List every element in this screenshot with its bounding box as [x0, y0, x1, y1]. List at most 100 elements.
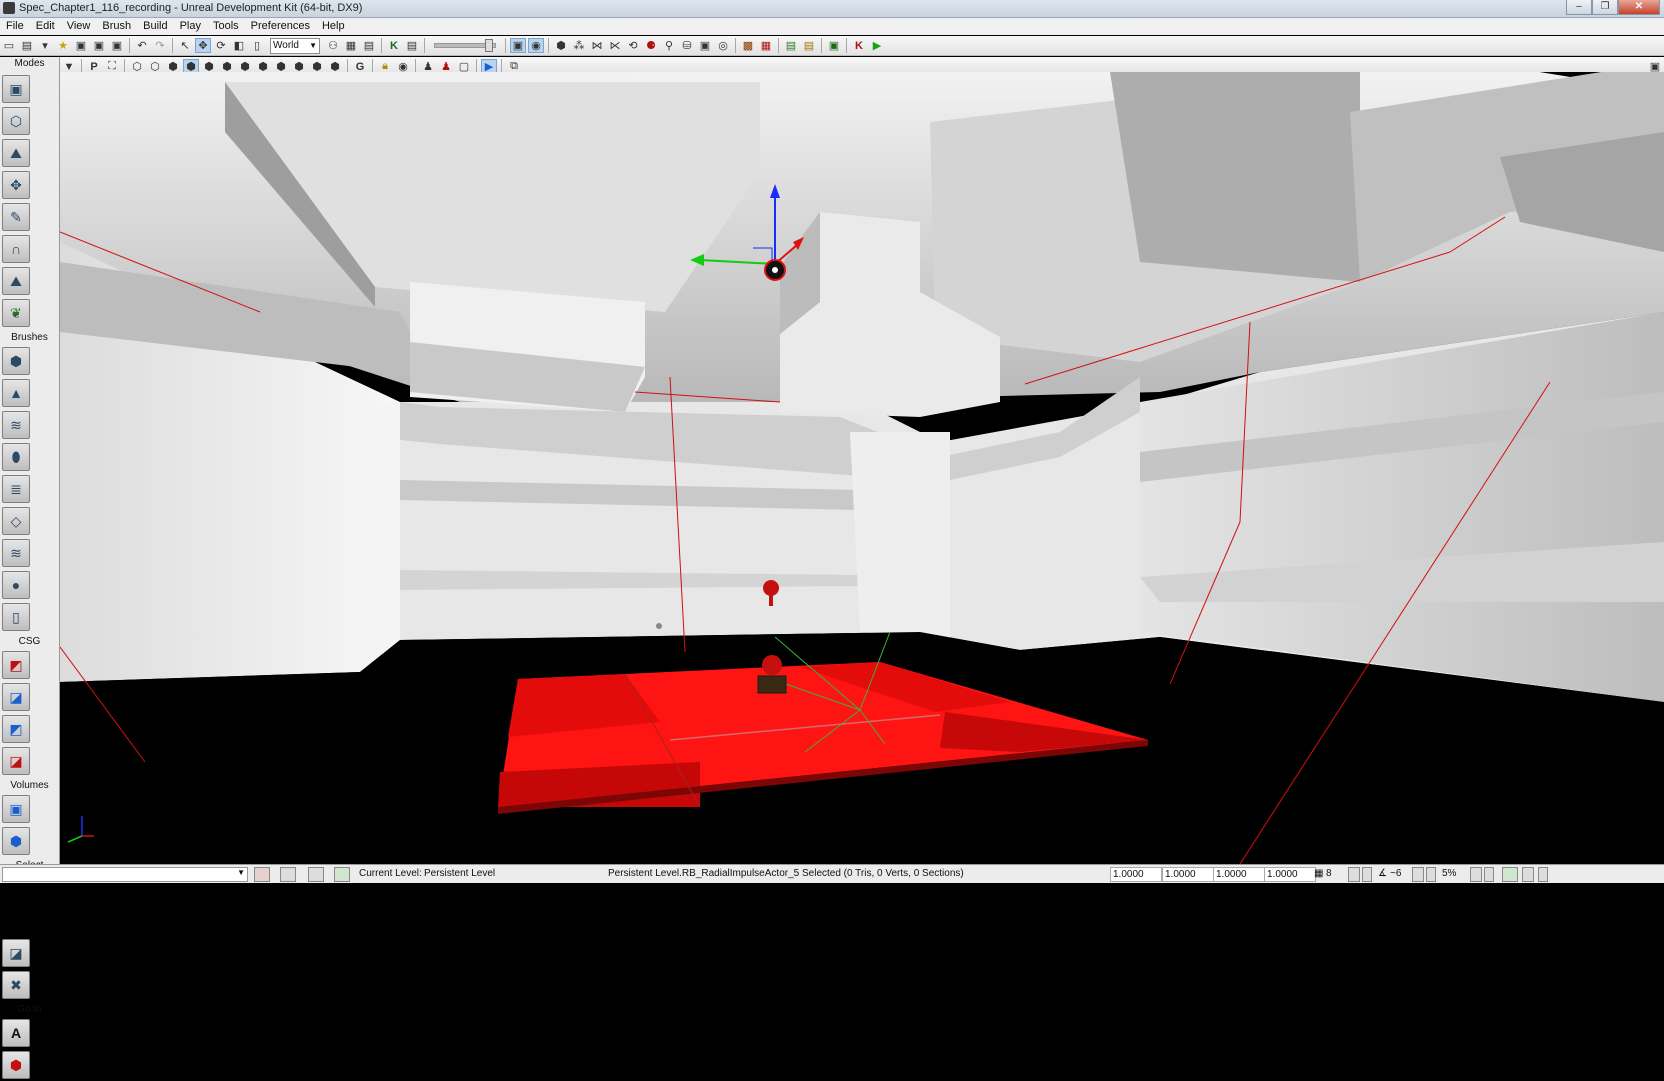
select-inverse-icon[interactable]: ◪ [2, 939, 30, 967]
drag-grid-y[interactable]: 1.0000 [1162, 867, 1214, 882]
csg-intersect-icon[interactable]: ◩ [2, 715, 30, 743]
terrain-mode-icon[interactable]: ⛰ [2, 139, 30, 167]
show-all-icon[interactable]: ✖ [2, 971, 30, 999]
menu-build[interactable]: Build [137, 18, 173, 35]
linear-stair-brush-icon[interactable]: ≣ [2, 475, 30, 503]
autosave-checkbox[interactable] [1522, 867, 1534, 882]
lighting-quality-icon[interactable]: ⚲ [661, 38, 677, 53]
level-visibility-icon[interactable] [280, 867, 296, 882]
build-all-icon[interactable]: ⟲ [625, 38, 641, 53]
matinee-icon[interactable]: ▦ [343, 38, 359, 53]
static-mesh-mode-icon[interactable]: ∩ [2, 235, 30, 263]
grid-size-dropdown[interactable] [1362, 867, 1372, 882]
build-lighting-icon[interactable]: ⁂ [571, 38, 587, 53]
build-paths-icon[interactable]: ⋈ [589, 38, 605, 53]
drag-grid-x[interactable]: 1.0000 [1110, 867, 1162, 882]
goto-actor-icon[interactable]: A [2, 1019, 30, 1047]
level-lock-icon[interactable] [308, 867, 324, 882]
mesh-paint-mode-icon[interactable]: ✎ [2, 203, 30, 231]
undo-icon[interactable]: ↶ [134, 38, 150, 53]
add-volume-icon[interactable]: ▣ [2, 795, 30, 823]
scale-snap-checkbox[interactable] [1470, 867, 1482, 882]
level-error-icon[interactable] [254, 867, 270, 882]
properties-icon[interactable]: ▤ [404, 38, 420, 53]
menu-play[interactable]: Play [174, 18, 207, 35]
translate-mode-icon[interactable]: ✥ [195, 38, 211, 53]
menu-preferences[interactable]: Preferences [245, 18, 316, 35]
foliage-mode-icon[interactable]: ❦ [2, 299, 30, 327]
autosave-icon[interactable] [1502, 867, 1518, 882]
level-check-icon[interactable] [334, 867, 350, 882]
menu-tools[interactable]: Tools [207, 18, 245, 35]
realtime-slider[interactable] [434, 39, 496, 52]
toggle-viewport-icon[interactable]: ▣ [510, 38, 526, 53]
favorite-icon[interactable]: ★ [55, 38, 71, 53]
texture-align-mode-icon[interactable]: ✥ [2, 171, 30, 199]
camera-mode-icon[interactable]: ▣ [2, 75, 30, 103]
curved-stair-brush-icon[interactable]: ≋ [2, 411, 30, 439]
save-as-icon[interactable]: ▣ [91, 38, 107, 53]
lightmass-icon[interactable]: ▣ [697, 38, 713, 53]
geometry-mode-icon[interactable]: ⬡ [2, 107, 30, 135]
rotate-mode-icon[interactable]: ⟳ [213, 38, 229, 53]
cone-brush-icon[interactable]: ▲ [2, 379, 30, 407]
slider-knob[interactable] [485, 39, 493, 52]
lock-viewport-icon[interactable]: ◉ [528, 38, 544, 53]
volume-type-icon[interactable]: ⬢ [2, 827, 30, 855]
scale-mode-icon[interactable]: ◧ [231, 38, 247, 53]
command-input[interactable]: ▼ [2, 867, 248, 882]
cube-brush-icon[interactable]: ⬢ [2, 347, 30, 375]
rotation-snap-icon[interactable]: ∡ [1378, 868, 1387, 879]
coordinate-system-select[interactable]: World ▼ [270, 37, 320, 54]
package-icon[interactable]: ▦ [758, 38, 774, 53]
rotation-snap-dropdown[interactable] [1426, 867, 1436, 882]
menu-file[interactable]: File [0, 18, 30, 35]
grid-snap-checkbox[interactable] [1348, 867, 1360, 882]
landscape-mode-icon[interactable]: ⛰ [2, 267, 30, 295]
publish-icon[interactable]: ▤ [783, 38, 799, 53]
goto-builder-brush-icon[interactable]: ⬢ [2, 1051, 30, 1079]
maximize-button[interactable]: ❐ [1592, 0, 1618, 15]
autosave-dropdown[interactable] [1538, 867, 1548, 882]
build-geometry-icon[interactable]: ⬢ [553, 38, 569, 53]
open-icon[interactable]: ▤ [19, 38, 35, 53]
build-icon[interactable]: ⚈ [643, 38, 659, 53]
play-in-editor-icon[interactable]: ▶ [869, 38, 885, 53]
redo-icon[interactable]: ↷ [152, 38, 168, 53]
sphere-brush-icon[interactable]: ● [2, 571, 30, 599]
kismet-debug-icon[interactable]: K [851, 38, 867, 53]
minimize-button[interactable]: ‒ [1566, 0, 1592, 15]
pause-build-icon[interactable]: ⛁ [679, 38, 695, 53]
save-all-icon[interactable]: ▣ [109, 38, 125, 53]
recent-dropdown-icon[interactable]: ▾ [37, 38, 53, 53]
menu-edit[interactable]: Edit [30, 18, 61, 35]
volumetric-brush-icon[interactable]: ▯ [2, 603, 30, 631]
kismet-icon[interactable]: K [386, 38, 402, 53]
menu-brush[interactable]: Brush [96, 18, 137, 35]
menu-view[interactable]: View [61, 18, 97, 35]
rotation-snap-checkbox[interactable] [1412, 867, 1424, 882]
sheet-brush-icon[interactable]: ◇ [2, 507, 30, 535]
build-cover-icon[interactable]: ⋉ [607, 38, 623, 53]
cylinder-brush-icon[interactable]: ⬮ [2, 443, 30, 471]
csg-add-icon[interactable]: ◩ [2, 651, 30, 679]
close-button[interactable]: ✕ [1618, 0, 1660, 15]
new-icon[interactable]: ▭ [1, 38, 17, 53]
grid-snap-icon[interactable]: ▦ [1314, 868, 1323, 879]
world-properties-icon[interactable]: ◎ [715, 38, 731, 53]
spiral-stair-brush-icon[interactable]: ≋ [2, 539, 30, 567]
save-icon[interactable]: ▣ [73, 38, 89, 53]
perspective-viewport[interactable] [60, 72, 1664, 864]
content-browser-icon[interactable]: ▤ [361, 38, 377, 53]
scale-snap-dropdown[interactable] [1484, 867, 1494, 882]
menu-help[interactable]: Help [316, 18, 351, 35]
drag-grid-w[interactable]: 1.0000 [1264, 867, 1316, 882]
drag-grid-z[interactable]: 1.0000 [1213, 867, 1265, 882]
play-on-console-icon[interactable]: ▣ [826, 38, 842, 53]
level-browser-icon[interactable]: ▩ [740, 38, 756, 53]
small-actor-icon[interactable] [656, 623, 662, 629]
cook-icon[interactable]: ▤ [801, 38, 817, 53]
nonuniform-scale-icon[interactable]: ▯ [249, 38, 265, 53]
select-cursor-icon[interactable]: ↖ [177, 38, 193, 53]
search-actors-icon[interactable]: ⚇ [325, 38, 341, 53]
